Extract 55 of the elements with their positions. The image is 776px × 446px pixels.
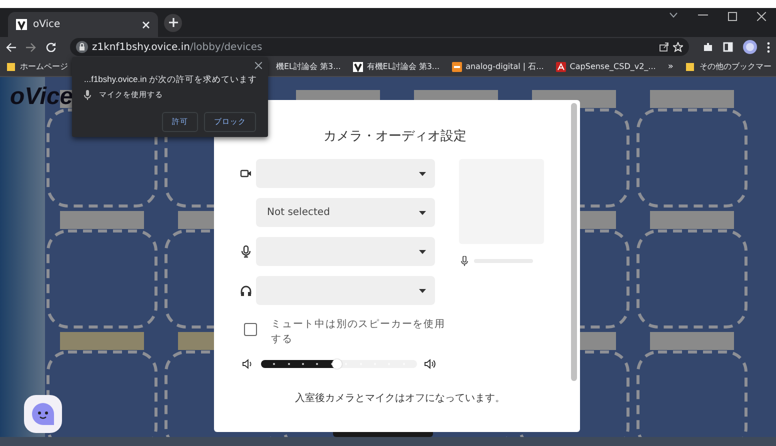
dropdown-caret-icon <box>419 288 426 292</box>
bookmark[interactable]: analog-digital | 石... <box>452 61 544 72</box>
more-bookmarks-button[interactable]: » <box>668 62 674 72</box>
star-icon[interactable] <box>673 42 683 52</box>
chat-button[interactable] <box>24 395 62 433</box>
minimize-icon[interactable] <box>698 12 708 18</box>
scrollbar-thumb[interactable] <box>571 103 577 381</box>
microphone-icon <box>241 245 251 258</box>
back-icon[interactable] <box>6 42 16 52</box>
new-tab-button[interactable] <box>164 14 182 32</box>
share-icon[interactable] <box>659 42 669 52</box>
microphone-icon <box>461 256 468 266</box>
menu-icon[interactable] <box>767 42 770 52</box>
ghost-face-icon <box>30 401 56 427</box>
pdf-icon <box>556 62 566 72</box>
close-icon[interactable] <box>255 62 262 69</box>
browser-tab[interactable]: oVice <box>8 12 158 37</box>
folder-icon <box>6 62 16 72</box>
volume-slider[interactable] <box>261 360 417 368</box>
dropdown-caret-icon <box>419 250 426 254</box>
lock-icon <box>76 41 88 53</box>
address-bar[interactable]: z1knf1bshy.ovice.in/lobby/devices <box>70 38 689 56</box>
microphone-icon <box>84 90 91 100</box>
dialog-title: カメラ・オーディオ設定 <box>322 128 468 145</box>
close-icon[interactable] <box>757 12 766 21</box>
permission-title: ...f1bshy.ovice.in が次の許可を求めています <box>84 74 258 86</box>
bookmark-folder[interactable]: その他のブックマー <box>685 61 772 72</box>
device-select[interactable]: Not selected <box>256 198 435 227</box>
maximize-icon[interactable] <box>728 12 737 21</box>
checkbox-label: ミュート中は別のスピーカーを使用する <box>271 318 446 347</box>
chevron-down-icon[interactable] <box>669 12 678 18</box>
side-panel-icon[interactable] <box>723 42 733 52</box>
bookmark[interactable]: 有機EL討論会 第3... <box>352 61 440 72</box>
profile-avatar-icon[interactable] <box>743 40 757 54</box>
checkbox[interactable] <box>244 323 257 336</box>
site-logo-icon <box>16 19 27 30</box>
bookmark[interactable]: 機EL討論会 第3... <box>276 61 341 72</box>
site-logo-icon <box>352 62 363 72</box>
bookmark[interactable]: CapSense_CSD_v2_... <box>556 62 656 72</box>
volume-low-icon <box>242 359 254 369</box>
url-text: z1knf1bshy.ovice.in/lobby/devices <box>92 42 264 52</box>
dropdown-caret-icon <box>419 210 426 214</box>
site-favicon-icon <box>452 62 462 72</box>
bookmark[interactable]: ホームページ <box>6 61 68 72</box>
dropdown-caret-icon <box>419 172 426 176</box>
forward-icon[interactable] <box>26 42 36 52</box>
volume-high-icon <box>424 359 436 369</box>
folder-icon <box>685 62 696 72</box>
plus-icon <box>168 18 178 27</box>
slider-thumb[interactable] <box>332 359 342 369</box>
headphones-icon <box>240 285 252 296</box>
info-text: 入室後カメラとマイクはオフになっています。 <box>294 392 506 405</box>
camera-icon <box>240 169 252 178</box>
reload-icon[interactable] <box>46 42 56 52</box>
extensions-icon[interactable] <box>703 42 713 52</box>
